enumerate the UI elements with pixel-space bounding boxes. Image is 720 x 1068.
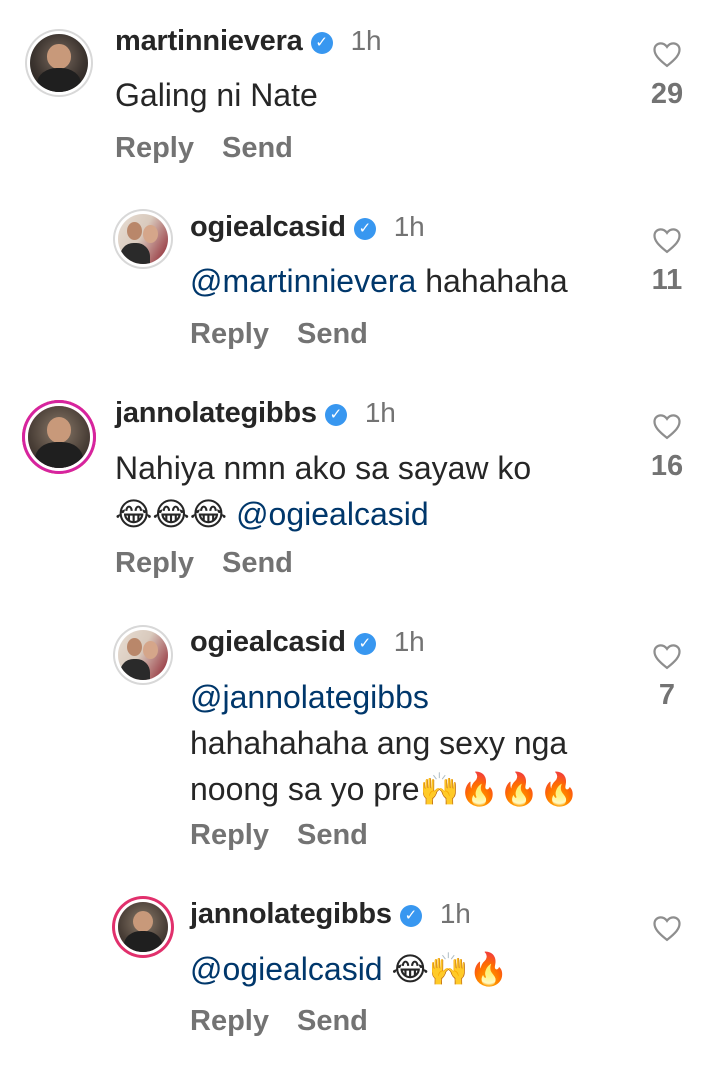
comment-text-segment: Nahiya nmn ako sa sayaw ko [115,450,532,486]
timestamp: 1h [350,25,382,56]
comment-text: Nahiya nmn ako sa sayaw ko 😂😂😂 @ogiealcas… [115,445,531,537]
comment-text-line: hahahahaha ang sexy nga [190,720,579,766]
comment-text-segment: hahahaha [416,263,568,299]
verified-badge-icon: ✓ [399,905,422,927]
mention-link[interactable]: @ogiealcasid [190,951,383,987]
like-count: 11 [651,264,683,296]
username[interactable]: jannolategibbs [115,397,317,429]
send-button[interactable]: Send [222,132,293,164]
username[interactable]: ogiealcasid [190,211,346,243]
like-count: 7 [658,679,676,711]
avatar[interactable] [28,406,90,468]
comment-text-line: @jannolategibbs [190,674,579,720]
verified-badge-icon: ✓ [324,404,347,426]
timestamp: 1h [439,898,471,929]
reply-button[interactable]: Reply [115,547,194,579]
comment-text-line: Nahiya nmn ako sa sayaw ko [115,445,531,491]
username[interactable]: ogiealcasid [190,626,346,658]
comment-text: @ogiealcasid 😂🙌🔥 [190,946,509,992]
comment-text: Galing ni Nate [115,72,318,118]
send-button[interactable]: Send [222,547,293,579]
avatar[interactable] [118,902,168,952]
timestamp: 1h [364,397,396,428]
heart-outline-icon[interactable] [652,226,682,254]
heart-outline-icon[interactable] [652,40,682,68]
comment-actions: Reply Send [190,318,368,351]
comment-text-segment: 😂🙌🔥 [382,951,509,987]
comment-text-line: noong sa yo pre🙌🔥🔥🔥 [190,766,579,812]
like-count: 29 [650,78,684,110]
send-button[interactable]: Send [297,1005,368,1037]
comment-text-segment: 😂😂😂 [115,496,237,532]
verified-badge-icon: ✓ [353,218,376,240]
reply-button[interactable]: Reply [190,1005,269,1037]
mention-link[interactable]: @jannolategibbs [190,679,429,715]
comment-text: @martinnievera hahahaha [190,258,568,304]
avatar[interactable] [30,34,88,92]
send-button[interactable]: Send [297,819,368,851]
mention-link[interactable]: @martinnievera [190,263,416,299]
comment-text-segment: Galing ni Nate [115,77,318,113]
reply-button[interactable]: Reply [115,132,194,164]
username[interactable]: martinnievera [115,25,303,57]
comment-text-line: Galing ni Nate [115,72,318,118]
username[interactable]: jannolategibbs [190,898,392,930]
comment-actions: Reply Send [115,132,293,165]
comment-text-segment: hahahahaha ang sexy nga [190,725,568,761]
comment-text: @jannolategibbs hahahahaha ang sexy nga no… [190,674,579,812]
heart-outline-icon[interactable] [652,412,682,440]
timestamp: 1h [393,626,425,657]
comment-text-line: @ogiealcasid 😂🙌🔥 [190,946,509,992]
avatar[interactable] [118,630,168,680]
verified-badge-icon: ✓ [353,633,376,655]
like-count: 16 [650,450,684,482]
comment-actions: Reply Send [115,547,293,580]
comment-actions: Reply Send [190,1005,368,1038]
timestamp: 1h [393,211,425,242]
heart-outline-icon[interactable] [652,642,682,670]
reply-button[interactable]: Reply [190,819,269,851]
avatar[interactable] [118,214,168,264]
comment-text-line: 😂😂😂 @ogiealcasid [115,491,531,537]
verified-badge-icon: ✓ [310,32,333,54]
reply-button[interactable]: Reply [190,318,269,350]
comment-text-line: @martinnievera hahahaha [190,258,568,304]
comment-actions: Reply Send [190,819,368,852]
send-button[interactable]: Send [297,318,368,350]
heart-outline-icon[interactable] [652,914,682,942]
mention-link[interactable]: @ogiealcasid [236,496,429,532]
comment-text-segment: noong sa yo pre🙌🔥🔥🔥 [190,771,579,807]
